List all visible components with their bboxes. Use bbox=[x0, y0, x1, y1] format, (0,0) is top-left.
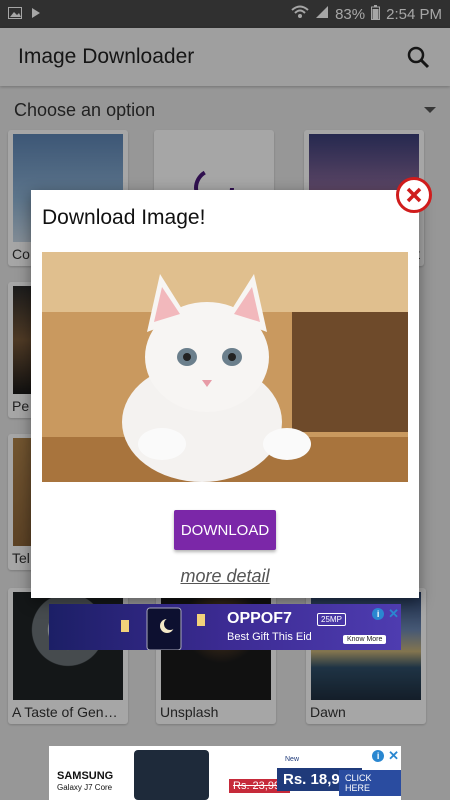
ad-brand: SAMSUNG bbox=[57, 770, 114, 782]
download-dialog: Download Image! DOWNLOAD more detail bbox=[31, 190, 419, 598]
ad-phone-image bbox=[121, 607, 205, 650]
ad-cta[interactable]: CLICK HERE bbox=[339, 770, 401, 796]
banner-ad-samsung[interactable]: SAMSUNG Galaxy J7 Core Rs. 23,999 New Rs… bbox=[49, 746, 401, 800]
dialog-title: Download Image! bbox=[42, 206, 206, 229]
banner-ad-oppo[interactable]: OPPOF7 25MP Best Gift This Eid Know More… bbox=[49, 604, 401, 650]
ad-subtitle: Best Gift This Eid bbox=[227, 631, 312, 643]
ad-phone-image bbox=[134, 750, 209, 800]
preview-image bbox=[42, 252, 408, 482]
ad-new-tag: New bbox=[285, 756, 300, 763]
ad-close-icon[interactable]: ✕ bbox=[388, 606, 399, 622]
more-detail-link[interactable]: more detail bbox=[31, 566, 419, 587]
close-icon[interactable] bbox=[396, 177, 432, 213]
ad-cta[interactable]: Know More bbox=[343, 635, 387, 644]
ad-badge: 25MP bbox=[317, 613, 346, 626]
download-button[interactable]: DOWNLOAD bbox=[174, 510, 276, 550]
ad-model: Galaxy J7 Core bbox=[57, 783, 113, 792]
ad-info-icon[interactable]: i bbox=[372, 750, 385, 762]
ad-info-icon[interactable]: i bbox=[372, 608, 385, 620]
ad-brand: OPPOF7 bbox=[227, 610, 292, 627]
ad-close-icon[interactable]: ✕ bbox=[388, 748, 399, 764]
